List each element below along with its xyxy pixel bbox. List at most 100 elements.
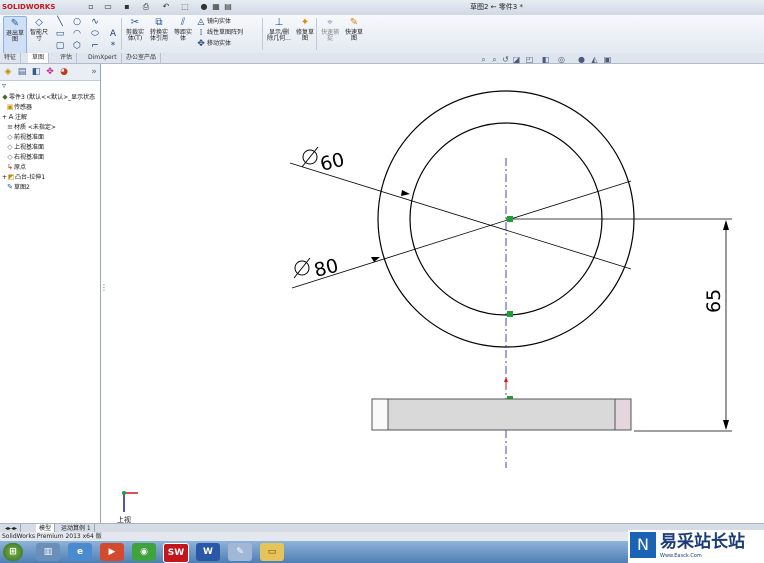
display-relations-button[interactable]: ⊥ 显示/删除几何... [266, 16, 292, 52]
move-entities-icon[interactable]: ✥ [196, 39, 206, 49]
sketch-canvas[interactable]: 60 80 65 上视 [104, 63, 764, 523]
circle-icon[interactable]: ○ [72, 17, 82, 27]
tree-item-part[interactable]: ◆零件3 (默认<<默认>_显示状态 [1, 92, 101, 102]
ribbon-separator [316, 18, 317, 50]
part-body-right-face [614, 398, 632, 431]
tab-sketch[interactable]: 草图 [28, 53, 50, 63]
line-dropdown-icon[interactable]: ▭ [55, 29, 65, 39]
graphics-area[interactable]: ⌕ ⌕ ↺ ◪ ◰ ◧ ◎ ● ◭ ▣ 60 80 65 上视 [104, 55, 764, 523]
linear-pattern-icon[interactable]: ⁞ [196, 28, 206, 38]
ribbon-separator [121, 18, 122, 50]
dim-inner-diameter[interactable]: 60 [318, 149, 347, 176]
tree-item-annotations[interactable]: + A 注解 [2, 112, 102, 122]
tree-item-material[interactable]: ≡材质 <未指定> [6, 122, 106, 132]
360-browser-taskbar-icon[interactable]: ◉ [132, 543, 156, 561]
configuration-manager-tab-icon[interactable]: ◧ [30, 66, 42, 78]
part-body-side[interactable] [371, 398, 632, 431]
start-button-icon[interactable]: ⊞ [3, 543, 23, 561]
command-manager-ribbon: ✎ 退出草图 ◇ 智能尺寸 ╲ ○ ∿ ▭ ◠ ⬭ A ▢ ⬡ ⌐ * ✂ 剪裁… [0, 15, 764, 54]
open-icon[interactable]: ▭ [103, 2, 113, 12]
save-icon[interactable]: ▪ [122, 2, 132, 12]
text-icon[interactable]: A [108, 29, 118, 39]
tree-item-front-plane[interactable]: ◇前视基准面 [6, 132, 106, 142]
material-icon: ≡ [7, 123, 13, 131]
undo-icon[interactable]: ↶ [161, 2, 171, 12]
offset-entities-button[interactable]: ⫽ 等距实体 [172, 16, 194, 52]
new-document-icon[interactable]: ▫ [86, 2, 96, 12]
smart-dimension-button[interactable]: ◇ 智能尺寸 [28, 16, 50, 52]
tree-item-top-plane[interactable]: ◇上视基准面 [6, 142, 106, 152]
extrude-icon: ◩ [7, 173, 15, 181]
mirror-entities-label[interactable]: 镜向实体 [207, 17, 231, 26]
arc-icon[interactable]: ◠ [72, 29, 82, 39]
smart-dimension-label: 智能尺寸 [29, 29, 48, 42]
display-relations-label: 显示/删除几何... [267, 29, 291, 42]
fillet-icon[interactable]: ⌐ [90, 41, 100, 51]
file-properties-icon[interactable]: ▦ [211, 2, 221, 12]
origin-arrow [504, 377, 508, 382]
exit-sketch-button[interactable]: ✎ 退出草图 [3, 16, 27, 54]
solidworks-taskbar-icon[interactable]: SW [163, 543, 189, 563]
rebuild-icon[interactable]: ● [199, 2, 209, 12]
explorer-taskbar-icon[interactable]: ▥ [36, 543, 60, 561]
watermark-logo-icon: N [630, 532, 656, 558]
trim-entities-button[interactable]: ✂ 剪裁实体(T) [124, 16, 146, 52]
word-taskbar-icon[interactable]: W [196, 543, 220, 561]
coincident-relation-marker[interactable] [507, 311, 513, 317]
tree-item-origin[interactable]: ↳原点 [6, 162, 106, 172]
sketch-icon: ✎ [10, 18, 20, 29]
display-manager-tab-icon[interactable]: ◕ [58, 66, 70, 78]
convert-icon: ⧉ [155, 17, 163, 28]
ie-taskbar-icon[interactable]: e [68, 543, 92, 561]
tab-evaluate[interactable]: 评估 [56, 53, 78, 63]
trim-icon: ✂ [130, 17, 140, 28]
dimxpert-manager-tab-icon[interactable]: ✥ [44, 66, 56, 78]
part-body-left-face [371, 398, 389, 431]
rapid-sketch-button[interactable]: ✎ 快速草图 [343, 16, 365, 52]
tree-item-right-plane[interactable]: ◇右视基准面 [6, 152, 106, 162]
solidworks-logo[interactable]: SOLIDWORKS [2, 1, 55, 13]
move-entities-label[interactable]: 移动实体 [207, 39, 231, 48]
document-title: 草图2 ← 零件3 * [470, 3, 523, 11]
dim-vertical[interactable]: 65 [703, 289, 725, 313]
dimension-icon: ◇ [35, 17, 43, 28]
tree-item-label: 上视基准面 [14, 144, 45, 151]
tab-office-products[interactable]: 办公室产品 [122, 53, 162, 63]
dim-leader-inner [289, 162, 632, 270]
media-player-taskbar-icon[interactable]: ▶ [100, 543, 124, 561]
feature-manager-tab-icon[interactable]: ◈ [2, 66, 14, 78]
point-icon[interactable]: * [108, 41, 118, 51]
convert-entities-label: 转换实体引用 [149, 29, 168, 42]
options-icon[interactable]: ▤ [223, 2, 233, 12]
repair-sketch-button[interactable]: ✦ 修复草图 [294, 16, 316, 52]
arrowhead [723, 220, 729, 230]
property-manager-tab-icon[interactable]: ▤ [16, 66, 28, 78]
expand-tabs-icon[interactable]: » [88, 66, 100, 78]
folder-taskbar-icon[interactable]: ▭ [260, 543, 284, 561]
tab-features[interactable]: 特征 [0, 53, 22, 63]
dim-outer-diameter[interactable]: 80 [312, 255, 341, 282]
polygon-icon[interactable]: ⬡ [72, 41, 82, 51]
linear-pattern-label[interactable]: 线性草图阵列 [207, 28, 243, 37]
print-icon[interactable]: ⎙ [141, 2, 151, 12]
arrowhead [401, 190, 410, 196]
snap-icon: ⌖ [327, 17, 333, 28]
select-icon[interactable]: ⬚ [180, 2, 190, 12]
tab-dimxpert[interactable]: DimXpert [84, 53, 122, 63]
tree-item-sensors[interactable]: ▣传感器 [6, 102, 106, 112]
feature-manager-pane: ◈ ▤ ◧ ✥ ◕ » ▿ ◆零件3 (默认<<默认>_显示状态 ▣传感器 + A… [0, 64, 101, 523]
mirror-icon[interactable]: ◬ [196, 17, 206, 27]
ellipse-icon[interactable]: ⬭ [90, 29, 100, 39]
paint-taskbar-icon[interactable]: ✎ [228, 543, 252, 561]
quick-snaps-button[interactable]: ⌖ 快速捕捉 [319, 16, 341, 52]
tree-item-sketch2[interactable]: ✎草图2 [6, 182, 106, 192]
repair-icon: ✦ [300, 17, 310, 28]
spline-icon[interactable]: ∿ [90, 17, 100, 27]
filter-icon[interactable]: ▿ [2, 81, 6, 90]
line-icon[interactable]: ╲ [55, 17, 65, 27]
convert-entities-button[interactable]: ⧉ 转换实体引用 [148, 16, 170, 52]
rapid-sketch-label: 快速草图 [344, 29, 363, 42]
rectangle-icon[interactable]: ▢ [55, 41, 65, 51]
tree-item-boss-extrude[interactable]: +◩凸台-拉伸1 [2, 172, 102, 182]
coincident-relation-marker[interactable] [507, 216, 513, 222]
